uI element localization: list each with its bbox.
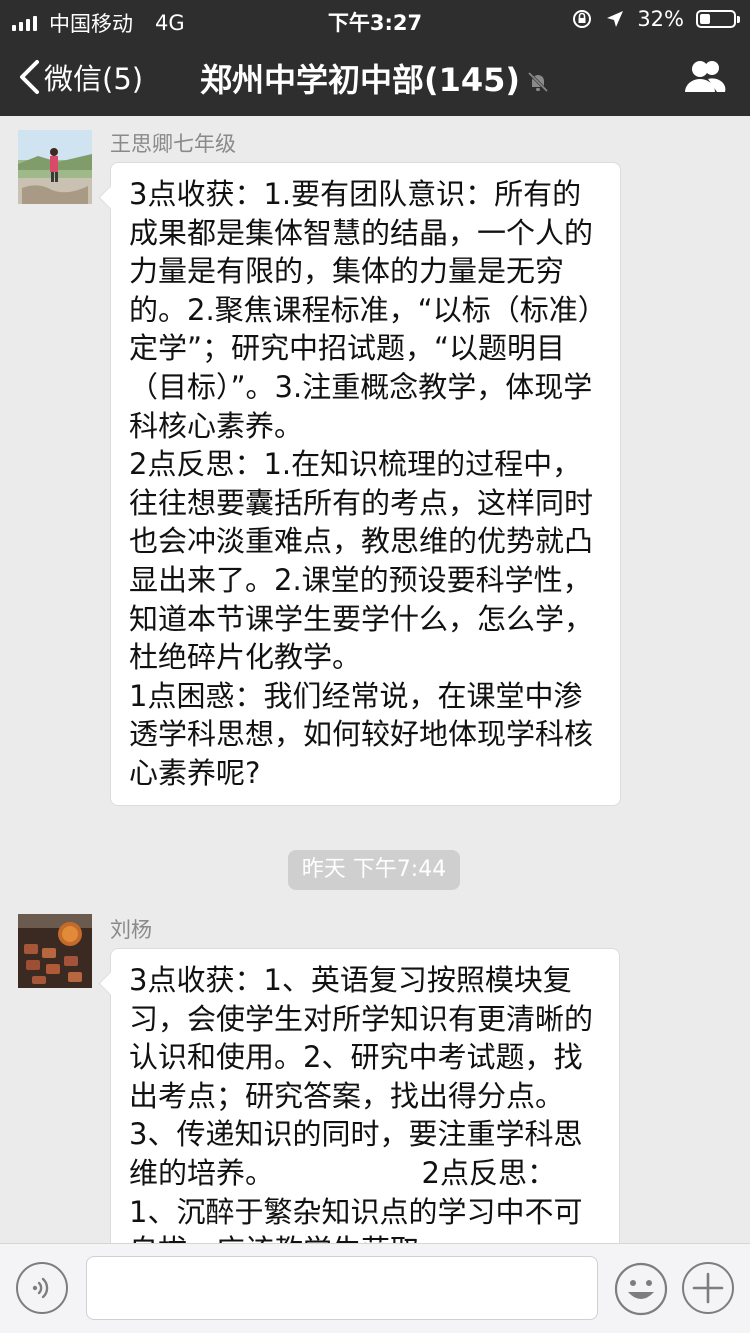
avatar[interactable] (18, 914, 92, 988)
status-bar: 中国移动 4G 下午3:27 32% (0, 0, 750, 40)
voice-icon (32, 1277, 49, 1299)
sender-name: 刘杨 (110, 918, 152, 942)
chat-title-text: 郑州中学初中部(145) (199, 61, 521, 99)
battery-fill (700, 14, 710, 24)
message-bubble[interactable]: 3点收获：1.要有团队意识：所有的成果都是集体智慧的结晶，一个人的力量是有限的，… (110, 162, 621, 806)
chat-title: 郑州中学初中部(145) (0, 55, 750, 101)
avatar[interactable] (18, 130, 92, 204)
location-icon (607, 11, 624, 27)
message-bubble[interactable]: 3点收获：1、英语复习按照模块复习，会使学生对所学知识有更清晰的认识和使用。2、… (110, 948, 620, 1243)
orientation-lock-icon (573, 10, 592, 28)
plus-icon (692, 1272, 724, 1304)
nav-bar: 微信(5) 郑州中学初中部(145) (0, 40, 750, 116)
voice-button[interactable] (16, 1262, 68, 1314)
input-bar (0, 1243, 750, 1333)
muted-bell-icon (527, 71, 549, 93)
battery-icon (696, 10, 740, 28)
battery-percent: 32% (637, 7, 684, 31)
emoji-button[interactable] (614, 1262, 668, 1316)
status-right: 32% (571, 7, 740, 31)
more-button[interactable] (682, 1262, 734, 1314)
timestamp-badge: 昨天 下午7:44 (288, 850, 460, 890)
sender-name: 王思卿七年级 (110, 132, 236, 156)
group-members-icon[interactable] (684, 58, 726, 94)
avatar-image (18, 914, 92, 988)
emoji-icon (614, 1262, 668, 1316)
message-input[interactable] (86, 1256, 598, 1320)
avatar-image (18, 130, 92, 204)
chat-area[interactable]: 王思卿七年级 3点收获：1.要有团队意识：所有的成果都是集体智慧的结晶，一个人的… (0, 116, 750, 1243)
